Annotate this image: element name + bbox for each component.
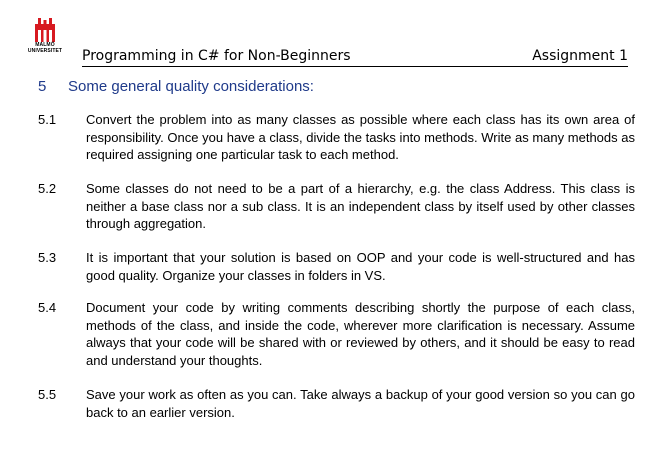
assignment-label: Assignment 1 xyxy=(532,48,628,64)
item-text: It is important that your solution is ba… xyxy=(86,250,635,283)
university-logo: MALMÖ UNIVERSITET xyxy=(25,18,65,54)
item-text: Document your code by writing comments d… xyxy=(86,300,635,368)
page-header: Programming in C# for Non-Beginners Assi… xyxy=(82,47,628,67)
course-title: Programming in C# for Non-Beginners xyxy=(82,48,351,64)
section-heading: 5 Some general quality considerations: xyxy=(38,77,314,97)
section-number: 5 xyxy=(38,78,47,95)
malmo-logo-icon xyxy=(35,18,55,42)
item-number: 5.5 xyxy=(38,387,57,402)
item-number: 5.2 xyxy=(38,181,57,196)
document-page: MALMÖ UNIVERSITET Programming in C# for … xyxy=(0,0,672,455)
item-number: 5.4 xyxy=(38,300,57,315)
logo-text-line2: UNIVERSITET xyxy=(27,48,63,54)
item-number: 5.3 xyxy=(38,250,57,265)
item-text: Some classes do not need to be a part of… xyxy=(86,181,635,231)
item-number: 5.1 xyxy=(38,112,57,127)
item-text: Convert the problem into as many classes… xyxy=(86,112,635,162)
item-text: Save your work as often as you can. Take… xyxy=(86,387,635,420)
section-title: Some general quality considerations: xyxy=(68,78,314,95)
